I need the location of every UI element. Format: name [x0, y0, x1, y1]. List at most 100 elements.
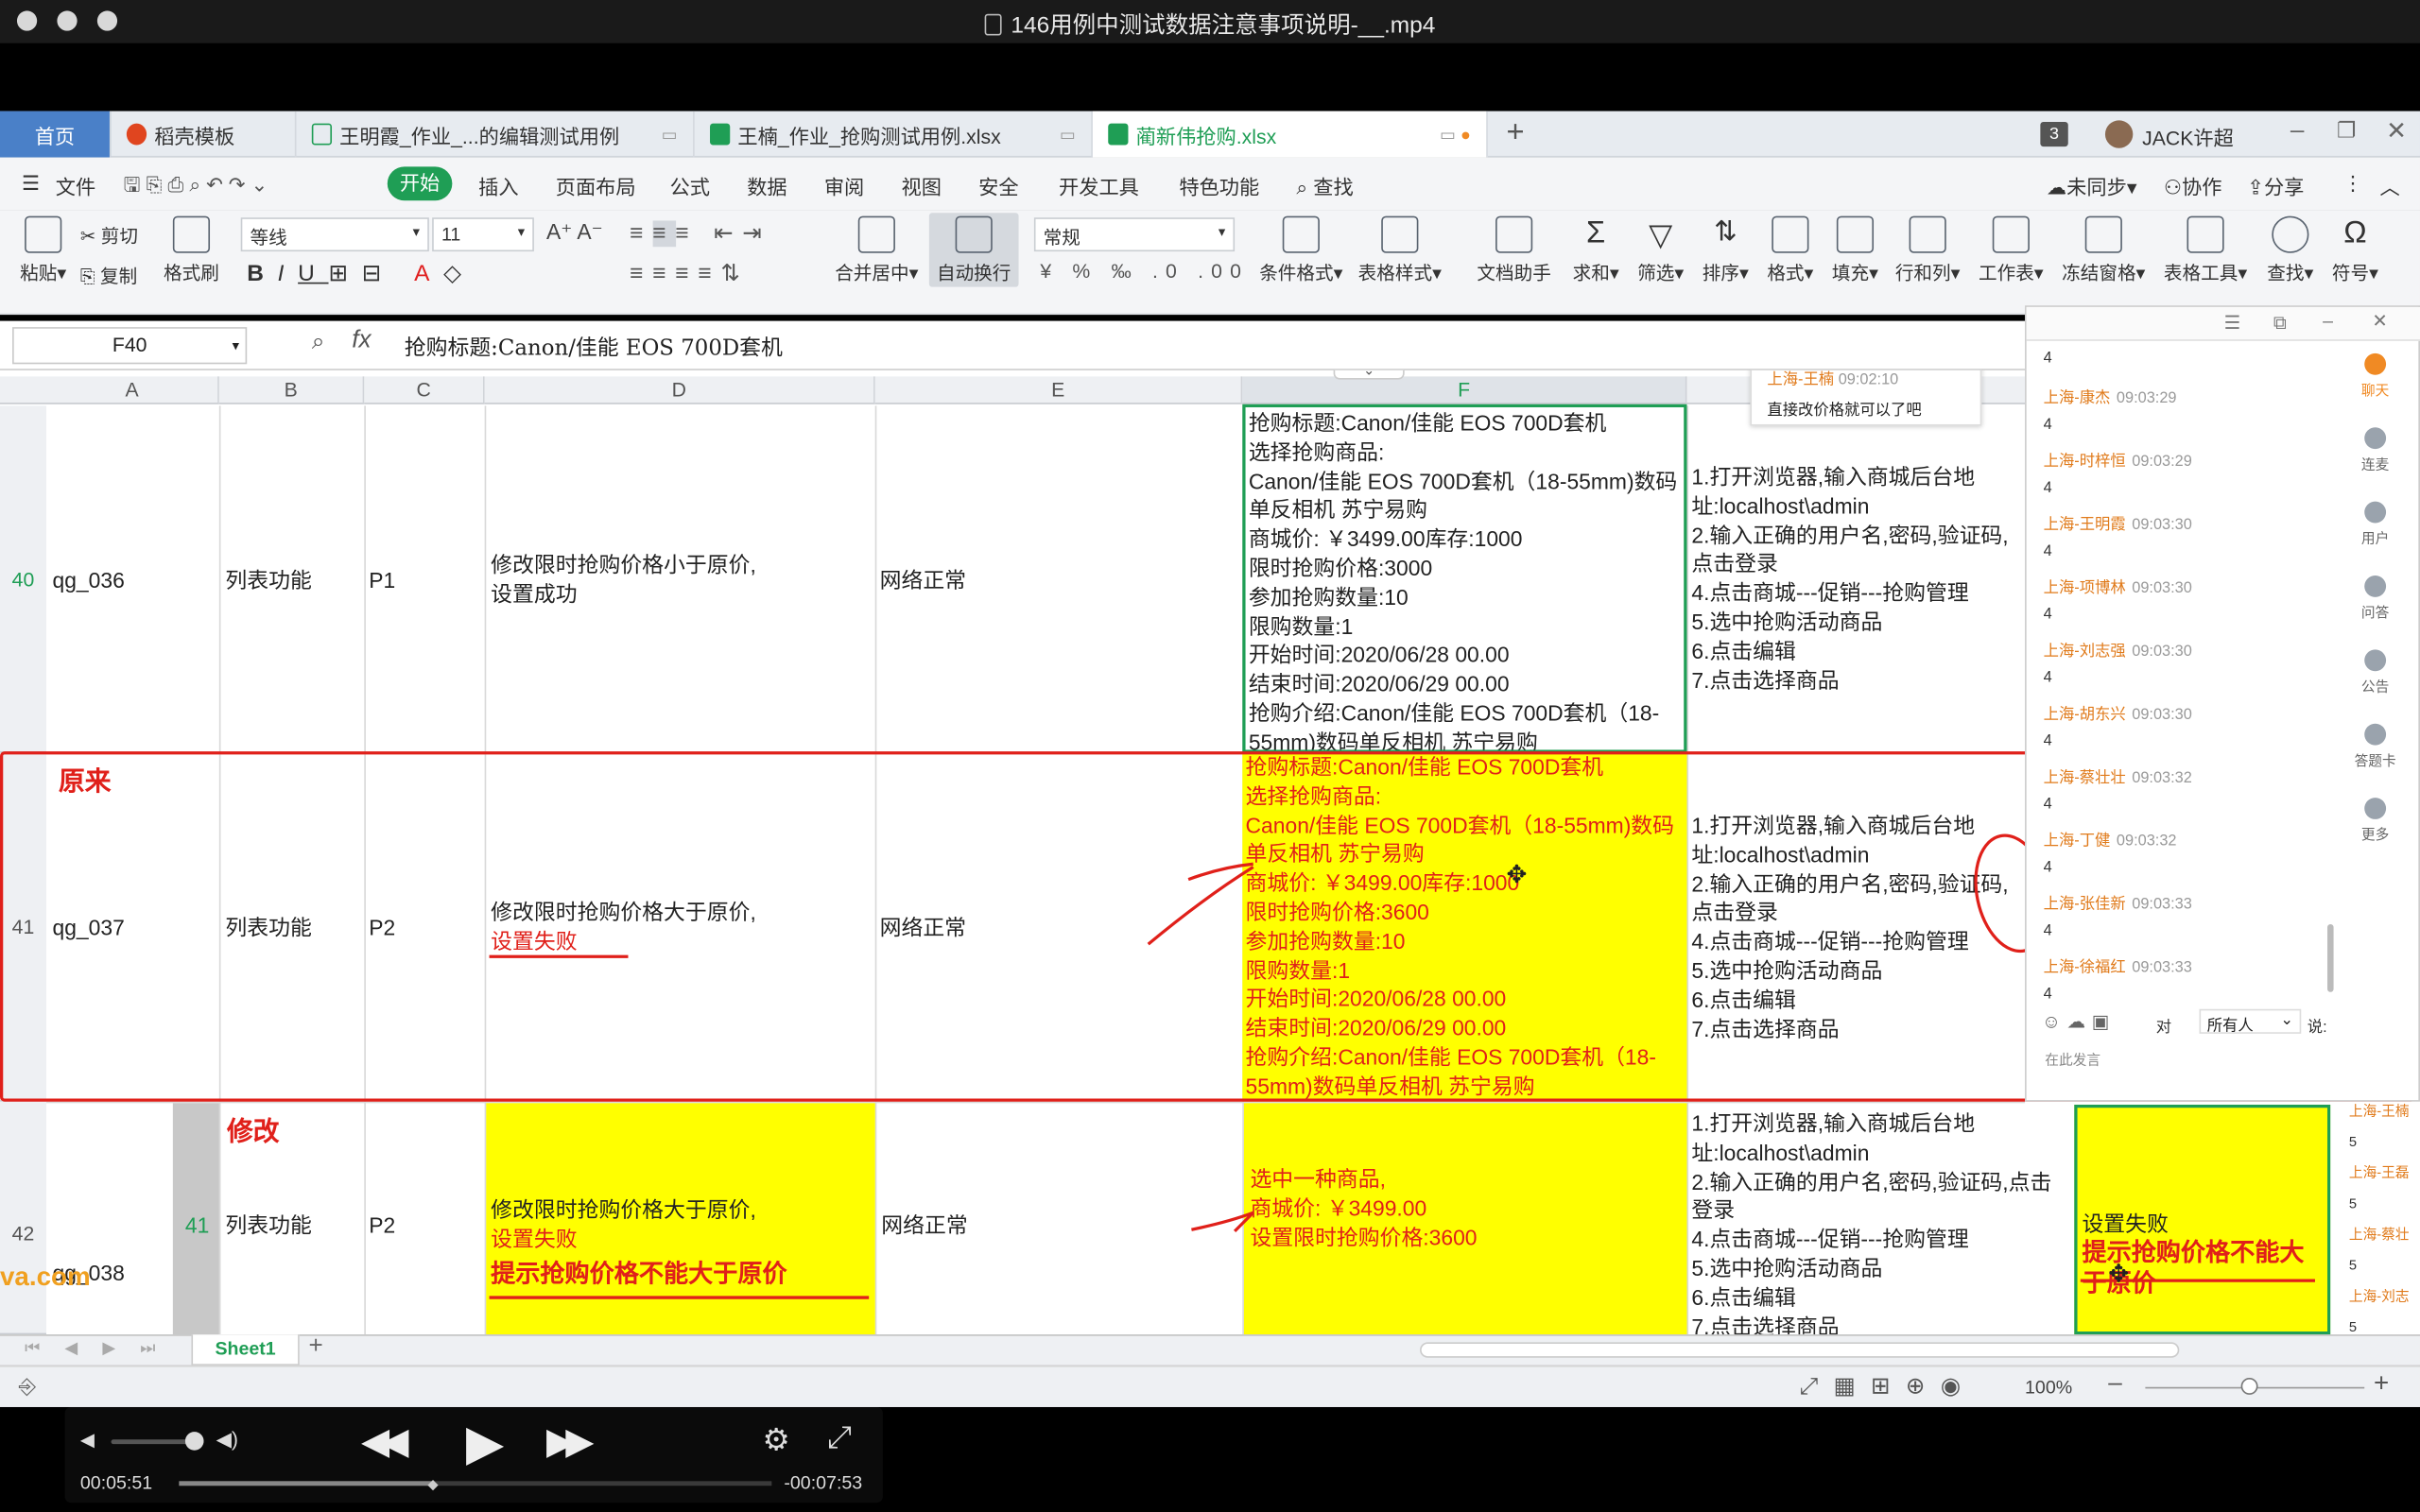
- chat-time: 09:03:33: [2132, 896, 2192, 914]
- freeze-panes-button[interactable]: 冻结窗格▾: [2059, 215, 2149, 285]
- menu-find[interactable]: ⌕ 查找: [1296, 171, 1353, 200]
- align-horizontal-icons[interactable]: ≡≡≡≡⇅: [630, 259, 750, 287]
- conditional-format-button[interactable]: 条件格式▾: [1256, 215, 1346, 285]
- table-style-button[interactable]: 表格样式▾: [1352, 215, 1447, 285]
- macro-icon[interactable]: ⎆: [19, 1373, 36, 1400]
- font-size-select[interactable]: 11 ▾: [432, 217, 534, 252]
- zoom-out-icon[interactable]: –: [2108, 1370, 2122, 1398]
- zoom-level[interactable]: 100%: [2025, 1376, 2072, 1398]
- tab-wangnan[interactable]: 王楠_作业_抢购测试用例.xlsx ▭: [695, 111, 1093, 158]
- menu-page-layout[interactable]: 页面布局: [556, 171, 636, 200]
- add-sheet-button[interactable]: +: [309, 1333, 323, 1361]
- number-format-icons[interactable]: ¥ % ‰ .0 .00: [1040, 259, 1249, 282]
- seek-bar[interactable]: [179, 1481, 772, 1486]
- menu-data[interactable]: 数据: [747, 171, 786, 200]
- zoom-slider-thumb[interactable]: [2240, 1377, 2258, 1395]
- row-column-button[interactable]: 行和列▾: [1893, 215, 1963, 285]
- font-name-select[interactable]: 等线 ▾: [240, 217, 429, 252]
- window-count-badge[interactable]: 3: [2040, 121, 2068, 147]
- share-button[interactable]: ⇪分享: [2247, 171, 2304, 200]
- user-name[interactable]: JACK许超: [2142, 122, 2234, 151]
- align-top-icons[interactable]: ≡≡≡ ⇤⇥: [630, 219, 771, 248]
- menu-view[interactable]: 视图: [901, 171, 941, 200]
- volume-high-icon[interactable]: ◀): [216, 1427, 238, 1452]
- chat-side-tab[interactable]: 问答: [2342, 575, 2410, 622]
- sync-status[interactable]: ☁未同步▾: [2047, 171, 2137, 200]
- chat-side-tab[interactable]: 聊天: [2342, 352, 2410, 400]
- chat-scrollbar[interactable]: [2327, 923, 2334, 992]
- chat-recipient-select[interactable]: 所有人 ⌄: [2199, 1008, 2302, 1036]
- emoji-tools-icons[interactable]: ☺☁▣: [2042, 1010, 2116, 1032]
- menu-security[interactable]: 安全: [978, 171, 1018, 200]
- filter-button[interactable]: ▽ 筛选▾: [1633, 216, 1688, 285]
- hamburger-icon[interactable]: ☰: [22, 171, 40, 196]
- close-icon[interactable]: ✕: [2372, 310, 2387, 332]
- sum-button[interactable]: Σ 求和▾: [1568, 216, 1624, 285]
- symbol-button[interactable]: Ω 符号▾: [2327, 216, 2383, 285]
- menu-start-active[interactable]: 开始: [387, 166, 453, 201]
- menu-icon[interactable]: ☰: [2224, 312, 2241, 334]
- wrap-text-button[interactable]: 自动换行: [928, 213, 1019, 287]
- number-format-select[interactable]: 常规 ▾: [1033, 217, 1236, 252]
- minimize-icon[interactable]: –: [2290, 117, 2305, 145]
- new-tab-button[interactable]: +: [1506, 115, 1524, 151]
- minimize-icon[interactable]: –: [2323, 310, 2333, 332]
- tab-wangmingxia[interactable]: 王明霞_作业_...的编辑测试用例 ▭: [296, 111, 695, 158]
- copy-button[interactable]: ⎘ 复制: [80, 263, 137, 289]
- chat-input[interactable]: 在此发言: [2045, 1049, 2100, 1069]
- doc-assistant-button[interactable]: 文档助手: [1476, 215, 1553, 285]
- menu-insert[interactable]: 插入: [478, 171, 518, 200]
- format-painter-button[interactable]: 格式刷: [161, 215, 222, 285]
- find-button[interactable]: 查找▾: [2262, 215, 2318, 285]
- merge-center-button[interactable]: 合并居中▾: [830, 215, 923, 285]
- table-tools-button[interactable]: 表格工具▾: [2157, 215, 2253, 285]
- cut-button[interactable]: ✂ 剪切: [80, 222, 138, 249]
- quick-access-icons[interactable]: 🖫 ⎘ ⎙ ⌕ ↶ ↷ ⌄: [124, 171, 268, 205]
- function-button[interactable]: fx: [352, 327, 371, 354]
- chat-side-tab[interactable]: 用户: [2342, 501, 2410, 548]
- close-icon[interactable]: ✕: [2386, 115, 2407, 146]
- sheet-nav-arrows[interactable]: ⏮◀▶⏭: [25, 1338, 180, 1360]
- fast-forward-icon[interactable]: ▶▶: [546, 1419, 594, 1464]
- worksheet-button[interactable]: 工作表▾: [1976, 215, 2047, 285]
- chat-side-tab[interactable]: 连麦: [2342, 427, 2410, 473]
- rewind-icon[interactable]: ◀◀: [361, 1419, 408, 1464]
- format-button[interactable]: 格式▾: [1762, 215, 1818, 285]
- formula-input[interactable]: 抢购标题:Canon/佳能 EOS 700D套机: [405, 332, 783, 363]
- horizontal-scrollbar[interactable]: [1420, 1342, 2180, 1358]
- play-icon[interactable]: ▶: [466, 1414, 504, 1472]
- chat-side-tab[interactable]: 公告: [2342, 649, 2410, 696]
- name-box[interactable]: F40 ▾: [12, 327, 248, 365]
- sort-button[interactable]: ⇅ 排序▾: [1698, 216, 1754, 285]
- fill-button[interactable]: 填充▾: [1827, 215, 1883, 285]
- view-mode-icons[interactable]: ⤢▦⊞⊕◉: [1800, 1371, 1977, 1400]
- more-icon[interactable]: ⋮: [2342, 171, 2362, 196]
- volume-thumb[interactable]: [184, 1432, 204, 1451]
- collapse-ribbon-icon[interactable]: ︿: [2380, 171, 2400, 200]
- zoom-search-icon[interactable]: ⌕: [312, 329, 325, 355]
- menu-formula[interactable]: 公式: [670, 171, 710, 200]
- zoom-in-icon[interactable]: +: [2374, 1368, 2389, 1400]
- menu-review[interactable]: 审阅: [824, 171, 864, 200]
- tab-linxinwei-active[interactable]: 蔺新伟抢购.xlsx ▭ ●: [1092, 111, 1488, 158]
- tab-home[interactable]: 首页: [0, 111, 112, 158]
- fullscreen-icon[interactable]: ⤢: [827, 1421, 852, 1457]
- menu-developer[interactable]: 开发工具: [1059, 171, 1139, 200]
- tab-docer[interactable]: 稻壳模板: [112, 111, 297, 158]
- paste-button[interactable]: 粘贴▾: [12, 215, 74, 285]
- seek-thumb-icon[interactable]: ◆: [427, 1476, 438, 1493]
- popout-icon[interactable]: ⧉: [2273, 312, 2287, 335]
- menu-special-features[interactable]: 特色功能: [1179, 171, 1259, 200]
- menu-file[interactable]: 文件: [56, 171, 95, 200]
- avatar[interactable]: [2104, 120, 2134, 148]
- sheet-tab-sheet1[interactable]: Sheet1: [191, 1334, 300, 1366]
- chat-side-tab[interactable]: 答题卡: [2342, 723, 2410, 770]
- chat-side-tab[interactable]: 更多: [2342, 798, 2410, 844]
- font-grow-shrink-icons[interactable]: A⁺ A⁻: [546, 219, 603, 246]
- collaborate-button[interactable]: ⚇协作: [2164, 171, 2222, 200]
- settings-icon[interactable]: ⚙: [763, 1421, 790, 1460]
- restore-icon[interactable]: ❐: [2337, 117, 2357, 144]
- font-style-icons[interactable]: BIU⊞⊟ A◇: [247, 259, 475, 287]
- chat-message: 上海-胡东兴 09:03:30 4: [2044, 700, 2192, 750]
- volume-low-icon[interactable]: ◀: [80, 1429, 95, 1451]
